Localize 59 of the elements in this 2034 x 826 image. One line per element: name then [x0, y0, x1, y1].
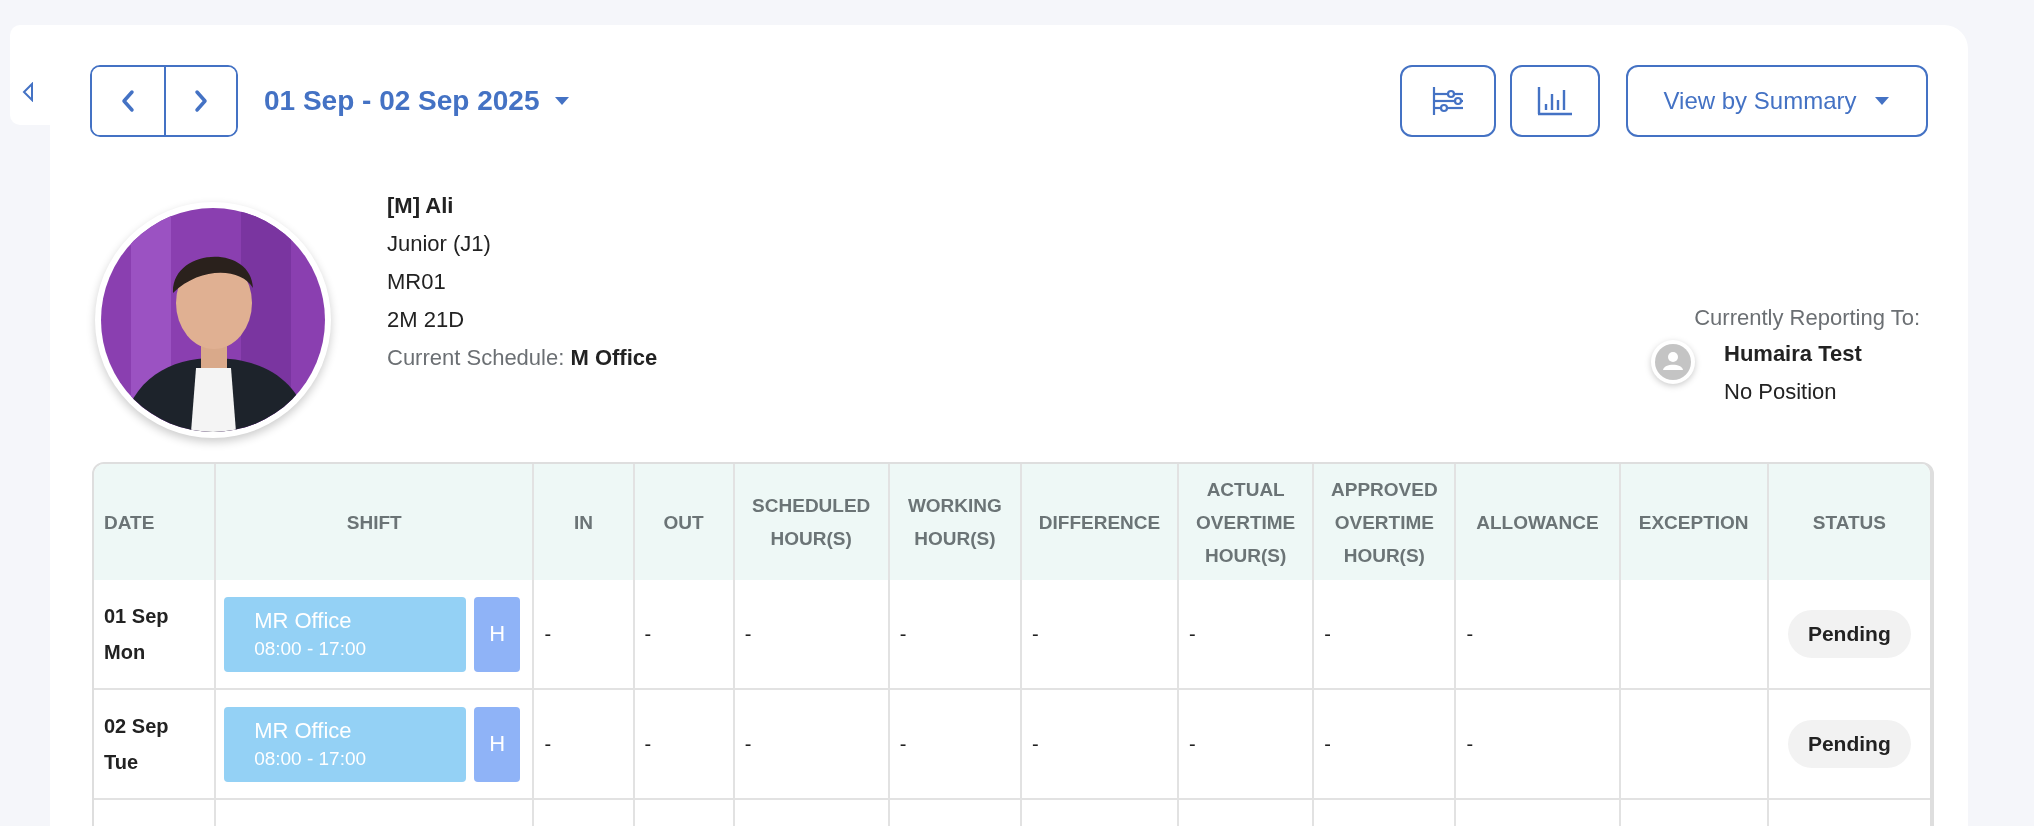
- collapse-icon[interactable]: [22, 82, 34, 102]
- table-cell: -: [1031, 622, 1039, 645]
- chevron-right-icon: [193, 89, 209, 113]
- table-cell: -: [1466, 732, 1474, 755]
- filter-button[interactable]: [1400, 65, 1496, 137]
- schedule-value: M Office: [570, 345, 658, 370]
- column-header: ACTUAL OVERTIME HOUR(S): [1178, 464, 1314, 580]
- shift-time: 08:00 - 17:00: [254, 748, 368, 770]
- column-header: IN: [533, 464, 634, 580]
- table-cell: -: [1466, 622, 1474, 645]
- table-cell: -: [1031, 732, 1039, 755]
- caret-icon: [1874, 96, 1891, 106]
- caret-icon: [553, 96, 570, 106]
- table-cell: -: [1324, 622, 1331, 645]
- table-cell: -: [1189, 732, 1196, 755]
- table-cell: -: [899, 622, 907, 645]
- table-cell: -: [1189, 622, 1196, 645]
- chevron-left-icon: [120, 89, 136, 113]
- table-cell: -: [644, 622, 652, 645]
- column-header: SCHEDULED HOUR(S): [733, 464, 889, 580]
- bar-chart-icon: [1537, 86, 1573, 116]
- table-cell: -: [1324, 732, 1331, 755]
- column-header: APPROVED OVERTIME HOUR(S): [1313, 464, 1456, 580]
- column-header: WORKING HOUR(S): [888, 464, 1021, 580]
- employee-name: [M] Ali: [387, 192, 455, 220]
- table-cell: -: [899, 732, 907, 755]
- date-cell-text: 01 Sep Mon: [104, 604, 170, 665]
- schedule-label: Current Schedule:: [387, 345, 565, 370]
- employee-tenure: 2M 21D: [387, 306, 466, 334]
- table-cell: -: [744, 732, 752, 755]
- reporting-label: Currently Reporting To:: [1694, 305, 1920, 331]
- shift-time: 08:00 - 17:00: [254, 638, 368, 660]
- column-header: ALLOWANCE: [1455, 464, 1620, 580]
- view-dropdown[interactable]: View by Summary: [1626, 65, 1928, 137]
- table-cell: -: [544, 622, 552, 645]
- table-cell: -: [644, 732, 652, 755]
- sliders-icon: [1431, 85, 1465, 117]
- shift-name: MR Office: [254, 718, 353, 744]
- status-badge: Pending: [1787, 720, 1911, 768]
- column-header: OUT: [633, 464, 734, 580]
- table-cell: -: [544, 732, 552, 755]
- column-header: DATE: [94, 464, 216, 580]
- employee-position: Junior (J1): [387, 230, 492, 258]
- next-button[interactable]: [164, 67, 236, 135]
- column-header: DIFFERENCE: [1020, 464, 1179, 580]
- date-cell-text: 02 Sep Tue: [104, 714, 170, 775]
- shift-tag: H: [474, 706, 521, 782]
- column-header: STATUS: [1767, 464, 1930, 580]
- shift-tag: H: [474, 596, 521, 672]
- column-header: EXCEPTION: [1619, 464, 1768, 580]
- manager-position: No Position: [1724, 378, 1838, 406]
- status-badge: Pending: [1787, 610, 1911, 658]
- chart-button[interactable]: [1510, 65, 1600, 137]
- column-header: SHIFT: [215, 464, 534, 580]
- shift-name: MR Office: [254, 608, 353, 634]
- manager-name: Humaira Test: [1724, 340, 1862, 368]
- date-range-dropdown[interactable]: 01 Sep - 02 Sep 2025: [264, 85, 570, 117]
- table-cell: -: [744, 622, 752, 645]
- employee-code: MR01: [387, 268, 447, 296]
